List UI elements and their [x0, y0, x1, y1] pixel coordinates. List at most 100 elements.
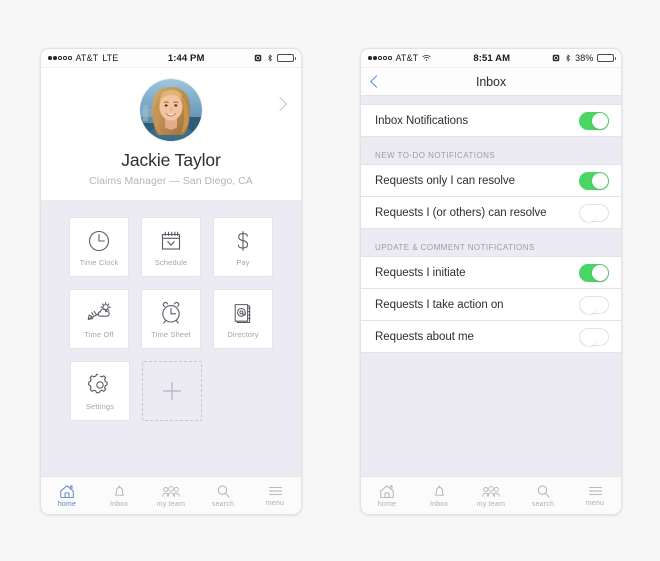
app-tile-time-sheet[interactable]: Time Sheet	[141, 289, 201, 349]
plane-sun-cloud-icon	[87, 301, 111, 320]
app-grid-row: Settings	[70, 361, 272, 421]
setting-row-requests-about-me[interactable]: Requests about me	[361, 320, 621, 353]
alarm-clock-icon	[162, 301, 180, 324]
list-gap	[361, 229, 621, 243]
app-tile-settings[interactable]: Settings	[70, 361, 130, 421]
tab-inbox[interactable]: Inbox	[93, 484, 145, 508]
dollar-icon	[237, 230, 249, 251]
profile-header[interactable]: Jackie Taylor Claims Manager — San Diego…	[41, 68, 301, 201]
tab-label: my team	[156, 500, 186, 508]
setting-row-requests-only-i-can-resolve[interactable]: Requests only I can resolve	[361, 164, 621, 197]
tab-home[interactable]: home	[361, 484, 413, 508]
address-book-at-icon	[234, 303, 251, 323]
list-gap	[361, 137, 621, 151]
app-tile-label: Pay	[236, 257, 250, 267]
phone-mockup-home: AT&T LTE 1:44 PM Jackie Taylor Claims Ma…	[40, 48, 302, 515]
alarm-icon	[254, 54, 262, 62]
page-title: Inbox	[475, 74, 507, 89]
app-tile-label: Time Sheet	[151, 329, 191, 339]
chevron-left-icon	[370, 75, 383, 88]
toggle-requests-i-initiate[interactable]	[579, 263, 609, 282]
app-grid-row: Time Clock Schedule Pay	[69, 217, 273, 277]
nav-bar: Inbox	[361, 68, 621, 96]
section-header-new-todo: NEW TO-DO NOTIFICATIONS	[375, 151, 496, 160]
app-tile-schedule[interactable]: Schedule	[141, 217, 201, 277]
home-icon	[60, 484, 74, 498]
tab-my-team[interactable]: my team	[465, 484, 517, 508]
people-icon	[162, 485, 180, 497]
tab-label: my team	[476, 500, 506, 508]
user-photo	[140, 79, 202, 141]
tab-menu[interactable]: menu	[249, 484, 301, 507]
app-tile-add[interactable]	[142, 361, 202, 421]
toggle-inbox-notifications[interactable]	[579, 111, 609, 130]
status-bar-right-group: 38%	[552, 53, 616, 63]
setting-label: Requests I (or others) can resolve	[375, 206, 547, 219]
tab-search[interactable]: search	[517, 484, 569, 508]
battery-icon	[277, 54, 296, 62]
hamburger-icon	[268, 487, 282, 495]
carrier-label: AT&T	[395, 53, 419, 63]
app-tile-pay[interactable]: Pay	[213, 217, 273, 277]
alarm-icon	[552, 54, 560, 62]
tab-menu[interactable]: menu	[569, 484, 621, 507]
app-grid: Time Clock Schedule Pay Time Off Time Sh…	[41, 201, 301, 476]
signal-strength-icon	[368, 56, 392, 60]
hamburger-icon	[588, 487, 602, 495]
bluetooth-icon	[267, 54, 272, 62]
app-tile-label: Settings	[85, 401, 115, 411]
app-tile-label: Time Off	[84, 329, 114, 339]
app-tile-time-clock[interactable]: Time Clock	[69, 217, 129, 277]
search-icon	[217, 485, 229, 497]
tab-bar-left: home Inbox my team search menu	[41, 476, 301, 514]
tab-search[interactable]: search	[197, 484, 249, 508]
setting-label: Inbox Notifications	[375, 114, 469, 127]
search-icon	[537, 485, 549, 497]
app-tile-label: Time Clock	[79, 257, 119, 267]
app-tile-label: Schedule	[154, 257, 188, 267]
app-tile-directory[interactable]: Directory	[213, 289, 273, 349]
section-header-update-comment: UPDATE & COMMENT NOTIFICATIONS	[375, 243, 535, 252]
toggle-requests-i-or-others-can-resolve[interactable]	[579, 203, 609, 222]
battery-icon	[597, 54, 616, 62]
toggle-requests-i-take-action-on[interactable]	[579, 295, 609, 314]
network-type-label: LTE	[102, 53, 119, 63]
wifi-icon	[422, 54, 431, 61]
app-tile-time-off[interactable]: Time Off	[69, 289, 129, 349]
bell-icon	[434, 485, 444, 496]
back-button[interactable]	[370, 68, 383, 95]
clock-icon	[88, 230, 110, 251]
setting-row-inbox-notifications[interactable]: Inbox Notifications	[361, 104, 621, 137]
tab-label: menu	[265, 500, 285, 507]
tab-label: Inbox	[429, 500, 449, 508]
calendar-icon	[161, 231, 181, 250]
status-bar-clock: 1:44 PM	[167, 52, 205, 64]
status-bar-left-group: AT&T	[368, 53, 431, 63]
app-grid-row: Time Off Time Sheet Directory	[69, 289, 273, 349]
status-bar-left-group: AT&T LTE	[48, 53, 118, 63]
toggle-requests-about-me[interactable]	[579, 327, 609, 346]
setting-row-requests-i-take-action-on[interactable]: Requests I take action on	[361, 288, 621, 321]
battery-percent-label: 38%	[575, 53, 594, 63]
status-bar-right-group	[254, 54, 296, 62]
tab-my-team[interactable]: my team	[145, 484, 197, 508]
list-empty-area	[361, 353, 621, 476]
setting-label: Requests I initiate	[375, 266, 466, 279]
gear-icon	[88, 373, 108, 393]
setting-row-requests-i-initiate[interactable]: Requests I initiate	[361, 256, 621, 289]
tab-label: search	[531, 500, 555, 508]
app-tile-label: Directory	[227, 329, 259, 339]
tab-inbox[interactable]: Inbox	[413, 484, 465, 508]
status-bar-right: AT&T 8:51 AM 38%	[361, 49, 621, 68]
settings-list: Inbox Notifications NEW TO-DO NOTIFICATI…	[361, 96, 621, 476]
bluetooth-icon	[565, 54, 570, 62]
toggle-requests-only-i-can-resolve[interactable]	[579, 171, 609, 190]
screenshot-stage: AT&T LTE 1:44 PM Jackie Taylor Claims Ma…	[0, 0, 660, 561]
tab-home[interactable]: home	[41, 484, 93, 508]
phone-mockup-inbox-settings: AT&T 8:51 AM 38% Inbox Inbox Notificatio…	[360, 48, 622, 515]
profile-name: Jackie Taylor	[121, 150, 221, 170]
avatar[interactable]	[140, 79, 202, 141]
setting-row-requests-i-or-others-can-resolve[interactable]: Requests I (or others) can resolve	[361, 196, 621, 229]
tab-label: home	[377, 500, 397, 508]
tab-label: menu	[585, 500, 605, 507]
